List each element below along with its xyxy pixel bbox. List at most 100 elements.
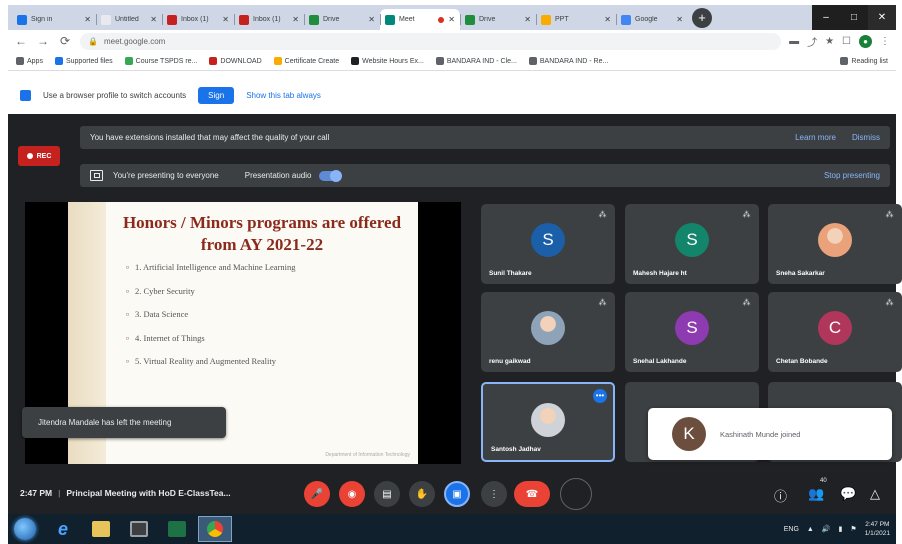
bookmark-favicon-icon: [273, 57, 282, 65]
slide-bullet-list: ▫ 1. Artificial Intelligence and Machine …: [126, 262, 296, 380]
minimize-button[interactable]: –: [812, 5, 840, 30]
participant-tile[interactable]: C ⁂ Chetan Bobande: [768, 292, 902, 372]
window-icon[interactable]: ☐: [842, 36, 851, 47]
bookmark-item[interactable]: Supported files: [54, 57, 113, 65]
raise-hand-button[interactable]: ✋: [409, 481, 435, 507]
people-icon[interactable]: 👥: [808, 486, 824, 502]
menu-kebab-icon[interactable]: ⋮: [880, 36, 890, 47]
present-now-button[interactable]: ▣: [444, 481, 470, 507]
clock[interactable]: 2:47 PM 1/1/2021: [865, 520, 890, 538]
leave-call-button[interactable]: ☎: [514, 481, 550, 507]
flag-icon[interactable]: ⚑: [850, 525, 856, 533]
tab-title: Inbox (1): [253, 16, 281, 23]
maximize-button[interactable]: □: [840, 5, 868, 30]
profile-infobar: Use a browser profile to switch accounts…: [8, 82, 896, 108]
close-window-button[interactable]: ✕: [868, 5, 896, 30]
close-tab-icon[interactable]: ✕: [604, 15, 611, 24]
close-tab-icon[interactable]: ✕: [448, 15, 455, 24]
browser-tab[interactable]: Google ✕: [616, 9, 688, 30]
new-tab-button[interactable]: +: [692, 8, 712, 28]
browser-tab[interactable]: Untitled ✕: [96, 9, 162, 30]
bullet-icon: ▫: [126, 309, 130, 319]
start-button[interactable]: [14, 518, 36, 540]
mic-off-button[interactable]: 🎤: [304, 481, 330, 507]
participant-tile[interactable]: S ⁂ Snehal Lakhande: [625, 292, 759, 372]
infobar-link[interactable]: Show this tab always: [246, 91, 321, 100]
browser-tab[interactable]: Meet ✕: [380, 9, 460, 30]
language-indicator[interactable]: ENG: [784, 526, 799, 533]
extension-button[interactable]: [560, 478, 592, 510]
participant-avatar: S: [675, 311, 709, 345]
bookmark-item[interactable]: Certificate Create: [273, 57, 339, 65]
dismiss-button[interactable]: Dismiss: [852, 133, 880, 142]
participant-tile[interactable]: S ⁂ Mahesh Hajare ht: [625, 204, 759, 284]
slide-bullet: ▫ 2. Cyber Security: [126, 286, 296, 310]
infobar-sign-button[interactable]: Sign: [198, 86, 235, 104]
meeting-time: 2:47 PM: [20, 488, 53, 498]
captions-button[interactable]: ▤: [374, 481, 400, 507]
network-icon[interactable]: ▮: [839, 525, 843, 533]
chat-icon[interactable]: 💬: [840, 486, 856, 502]
close-tab-icon[interactable]: ✕: [222, 15, 229, 24]
participant-tile[interactable]: ⁂ Sneha Sakarkar: [768, 204, 902, 284]
bookmark-item[interactable]: BANDARA IND - Re...: [528, 57, 608, 65]
bookmark-star-icon[interactable]: ★: [825, 36, 834, 47]
back-icon[interactable]: ←: [14, 34, 28, 48]
learn-more-link[interactable]: Learn more: [795, 133, 836, 142]
tab-title: PPT: [555, 16, 569, 23]
forward-icon[interactable]: →: [36, 34, 50, 48]
slide-bullet: ▫ 1. Artificial Intelligence and Machine …: [126, 262, 296, 286]
bookmark-item[interactable]: DOWNLOAD: [209, 57, 262, 65]
tab-favicon-icon: [17, 14, 27, 25]
volume-icon[interactable]: 🔊: [822, 525, 831, 533]
bookmark-item[interactable]: BANDARA IND - Cle...: [435, 57, 517, 65]
camera-off-button[interactable]: ◉: [339, 481, 365, 507]
browser-tab[interactable]: Drive ✕: [304, 9, 380, 30]
present-screen-icon: [90, 170, 103, 181]
taskbar-media[interactable]: [122, 516, 156, 542]
close-tab-icon[interactable]: ✕: [84, 15, 91, 24]
taskbar-ie[interactable]: e: [46, 516, 80, 542]
taskbar-explorer[interactable]: [84, 516, 118, 542]
close-tab-icon[interactable]: ✕: [676, 15, 683, 24]
participant-tile[interactable]: ••• Santosh Jadhav: [481, 382, 615, 462]
tab-favicon-icon: [621, 14, 631, 25]
profile-avatar[interactable]: ●: [859, 34, 872, 48]
close-tab-icon[interactable]: ✕: [368, 15, 375, 24]
presentation-audio-toggle[interactable]: [319, 169, 343, 182]
bookmark-item[interactable]: Course TSPDS re...: [124, 57, 197, 65]
close-tab-icon[interactable]: ✕: [524, 15, 531, 24]
browser-tab[interactable]: PPT ✕: [536, 9, 616, 30]
camera-indicator-icon[interactable]: ▬: [789, 36, 799, 47]
taskbar-excel[interactable]: [160, 516, 194, 542]
participant-tile[interactable]: ⁂ renu gaikwad: [481, 292, 615, 372]
share-icon[interactable]: ⤴: [807, 34, 817, 49]
close-tab-icon[interactable]: ✕: [150, 15, 157, 24]
more-options-button[interactable]: ⋮: [481, 481, 507, 507]
browser-tab[interactable]: Inbox (1) ✕: [234, 9, 304, 30]
speaking-indicator-icon: •••: [593, 389, 607, 403]
bullet-icon: ▫: [126, 356, 130, 366]
activities-icon[interactable]: △: [870, 486, 880, 502]
participant-tile[interactable]: S ⁂ Sunil Thakare: [481, 204, 615, 284]
reload-icon[interactable]: ⟳: [58, 34, 72, 48]
tray-arrow-icon[interactable]: ▲: [807, 526, 814, 533]
stop-presenting-button[interactable]: Stop presenting: [824, 171, 880, 180]
bookmark-item[interactable]: Apps: [16, 57, 43, 65]
tab-title: Drive: [323, 16, 340, 23]
address-bar[interactable]: 🔒 meet.google.com: [80, 32, 782, 50]
bookmark-item[interactable]: Website Hours Ex...: [351, 57, 424, 65]
browser-tab[interactable]: Sign in ✕: [12, 9, 96, 30]
tab-favicon-icon: [239, 14, 249, 25]
browser-tab[interactable]: Inbox (1) ✕: [162, 9, 234, 30]
reading-list[interactable]: Reading list: [840, 57, 888, 65]
meeting-info-icon[interactable]: ⓘ: [774, 486, 787, 505]
system-tray: ENG ▲ 🔊 ▮ ⚑ 2:47 PM 1/1/2021: [784, 520, 896, 538]
close-tab-icon[interactable]: ✕: [292, 15, 299, 24]
taskbar-chrome[interactable]: [198, 516, 232, 542]
camera-off-icon: ◉: [347, 488, 357, 500]
meeting-details[interactable]: 2:47 PM | Principal Meeting with HoD E-Cla…: [20, 488, 231, 498]
browser-tab[interactable]: Drive ✕: [460, 9, 536, 30]
bookmark-label: Website Hours Ex...: [362, 57, 424, 65]
tab-title: Google: [635, 16, 658, 23]
